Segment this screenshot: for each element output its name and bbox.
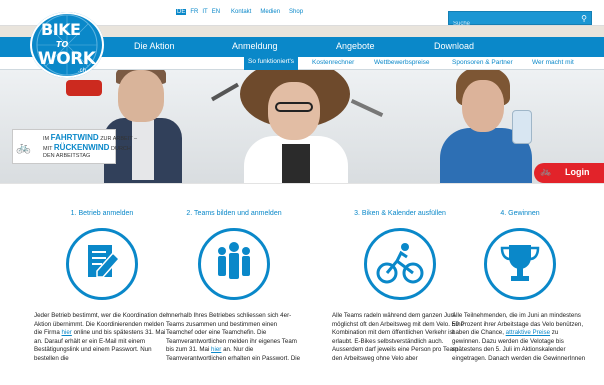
step-title: 4. Gewinnen xyxy=(500,210,540,217)
hero-banner xyxy=(0,70,604,183)
link-shop[interactable]: Shop xyxy=(289,9,303,15)
slogan-line-2: MIT RÜCKENWIND DURCH xyxy=(43,143,131,152)
cyclist-icon xyxy=(364,228,436,300)
step-text: Jeder Betrieb bestimmt, wer die Koordina… xyxy=(34,312,169,362)
cyclist-woman-head xyxy=(462,80,504,132)
step-text: Alle Teams radeln während dem ganzen Jun… xyxy=(332,312,465,362)
subnav-wettbewerbspreise[interactable]: Wettbewerbspreise xyxy=(374,59,430,66)
slogan-box: 🚲 IM FAHRTWIND ZUR ARBEIT – MIT RÜCKENWI… xyxy=(12,129,137,164)
link-attraktive-preise[interactable]: attraktive Preise xyxy=(506,329,550,336)
link-hier[interactable]: hier xyxy=(211,346,221,353)
link-hier[interactable]: hier xyxy=(62,329,72,336)
step-text: Alle Teilnehmenden, die im Juni an minde… xyxy=(452,312,586,362)
water-bottle-image xyxy=(512,110,532,144)
slogan-line-1: IM FAHRTWIND ZUR ARBEIT – xyxy=(43,133,138,142)
step-title: 3. Biken & Kalender ausfüllen xyxy=(354,210,446,217)
slogan-line-3: DEN ARBEITSTAG xyxy=(43,153,91,159)
search-box: ⚲ xyxy=(448,11,592,30)
woman-dress xyxy=(282,144,310,183)
login-label: Login xyxy=(565,167,590,177)
top-links: Kontakt Medien Shop xyxy=(231,9,303,15)
link-kontakt[interactable]: Kontakt xyxy=(231,9,251,15)
logo-text-work: WORK xyxy=(38,49,96,69)
language-switcher: DE FR IT EN xyxy=(176,9,220,15)
nav-download[interactable]: Download xyxy=(434,41,474,51)
bike-to-work-logo[interactable]: BIKE TO WORK .ch xyxy=(30,12,104,78)
lang-de[interactable]: DE xyxy=(176,9,187,15)
logo-text-to: TO xyxy=(56,40,69,49)
nav-die-aktion[interactable]: Die Aktion xyxy=(134,41,175,51)
step-title: 1. Betrieb anmelden xyxy=(70,210,134,217)
step-title: 2. Teams bilden und anmelden xyxy=(186,210,282,217)
subnav-kostenrechner[interactable]: Kostenrechner xyxy=(312,59,354,66)
subnav-sponsoren-partner[interactable]: Sponsoren & Partner xyxy=(452,59,513,66)
flying-tool-image xyxy=(211,82,239,102)
search-input[interactable] xyxy=(449,18,577,30)
man-head xyxy=(118,70,164,122)
logo-text-bike: BIKE xyxy=(41,20,81,39)
nav-angebote[interactable]: Angebote xyxy=(336,41,375,51)
logo-text-ch: .ch xyxy=(78,68,87,74)
login-button[interactable]: 🚲 Login xyxy=(534,163,604,183)
man-shirt xyxy=(132,120,154,180)
link-medien[interactable]: Medien xyxy=(260,9,280,15)
drill-image xyxy=(66,80,102,96)
steps-section: 1. Betrieb anmelden Jeder Betrieb bestim… xyxy=(0,183,604,385)
trophy-icon xyxy=(484,228,556,300)
lang-fr[interactable]: FR xyxy=(190,9,198,15)
search-icon[interactable]: ⚲ xyxy=(581,14,587,23)
flying-tool-image-2 xyxy=(350,99,384,117)
page: DE FR IT EN Kontakt Medien Shop ⚲ Die Ak… xyxy=(0,0,604,385)
glasses-image xyxy=(275,102,313,112)
subnav-so-funktionierts[interactable]: So funktioniert's xyxy=(244,57,299,70)
team-icon xyxy=(198,228,270,300)
bicycle-icon: 🚲 xyxy=(540,166,552,176)
document-pen-icon xyxy=(66,228,138,300)
subnav-wer-macht-mit[interactable]: Wer macht mit xyxy=(532,59,574,66)
lang-en[interactable]: EN xyxy=(212,9,220,15)
lang-it[interactable]: IT xyxy=(202,9,207,15)
bicycle-icon: 🚲 xyxy=(16,140,31,154)
nav-anmeldung[interactable]: Anmeldung xyxy=(232,41,278,51)
step-text: Innerhalb Ihres Betriebes schliessen sic… xyxy=(166,312,301,362)
